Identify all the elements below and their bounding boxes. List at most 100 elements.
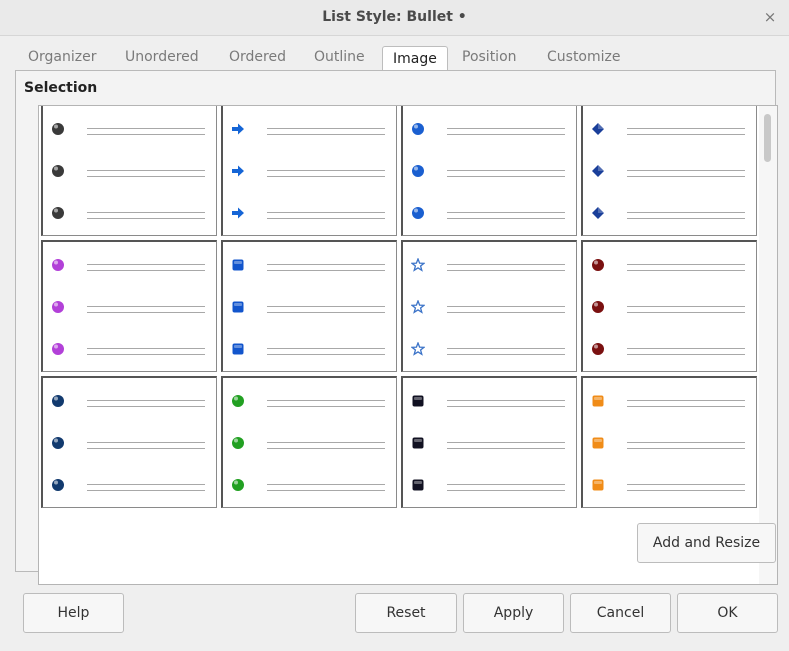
preview-text-line — [267, 264, 385, 265]
tab-outline[interactable]: Outline — [314, 44, 365, 72]
preview-text-line — [87, 176, 205, 177]
bullet-option-4[interactable] — [581, 106, 757, 236]
preview-text-line — [447, 348, 565, 349]
preview-text-line — [267, 312, 385, 313]
bullet-preview-row — [411, 298, 571, 314]
tab-image[interactable]: Image — [382, 46, 448, 73]
preview-text-line — [87, 312, 205, 313]
tab-customize[interactable]: Customize — [547, 44, 621, 72]
preview-text-line — [267, 406, 385, 407]
tab-ordered[interactable]: Ordered — [229, 44, 286, 72]
bullet-option-5[interactable] — [41, 240, 217, 372]
preview-text-line — [627, 400, 745, 401]
ok-button[interactable]: OK — [677, 593, 778, 633]
preview-text-line — [87, 134, 205, 135]
bullet-preview-row — [51, 120, 211, 136]
preview-text-line — [447, 406, 565, 407]
cancel-button[interactable]: Cancel — [570, 593, 671, 633]
tab-organizer[interactable]: Organizer — [28, 44, 96, 72]
bullet-option-2[interactable] — [221, 106, 397, 236]
blue-square-bullet-icon — [232, 301, 244, 313]
blue-ball-bullet-icon — [412, 165, 424, 177]
apply-button[interactable]: Apply — [463, 593, 564, 633]
preview-text-line — [267, 176, 385, 177]
preview-text-line — [627, 442, 745, 443]
purple-ball-bullet-icon — [52, 343, 64, 355]
dark-red-ball-bullet-icon — [592, 301, 604, 313]
bullet-preview-row — [591, 120, 751, 136]
help-button[interactable]: Help — [23, 593, 124, 633]
dark-red-ball-bullet-icon — [592, 259, 604, 271]
bullet-preview-row — [411, 434, 571, 450]
orange-square-bullet-icon — [592, 437, 604, 449]
bullet-preview-row — [411, 120, 571, 136]
blue-square-bullet-icon — [232, 259, 244, 271]
bullet-option-11[interactable] — [401, 376, 577, 508]
bullet-option-8[interactable] — [581, 240, 757, 372]
bullet-option-12[interactable] — [581, 376, 757, 508]
bullet-preview-row — [591, 476, 751, 492]
bullet-option-3[interactable] — [401, 106, 577, 236]
gray-ball-bullet-icon — [52, 165, 64, 177]
bullet-preview-row — [231, 434, 391, 450]
dark-red-ball-bullet-icon — [592, 343, 604, 355]
blue-ball-bullet-icon — [412, 123, 424, 135]
bullet-preview-row — [411, 204, 571, 220]
close-icon[interactable]: × — [761, 8, 779, 26]
bullet-preview-row — [591, 256, 751, 272]
bullet-preview-row — [411, 392, 571, 408]
tab-position[interactable]: Position — [462, 44, 517, 72]
blue-diamond-bullet-icon — [592, 207, 604, 219]
bullet-option-9[interactable] — [41, 376, 217, 508]
preview-text-line — [87, 306, 205, 307]
bullet-option-6[interactable] — [221, 240, 397, 372]
title-bar: List Style: Bullet • × — [0, 0, 789, 36]
preview-text-line — [447, 442, 565, 443]
green-ball-bullet-icon — [232, 437, 244, 449]
preview-text-line — [87, 354, 205, 355]
green-ball-bullet-icon — [232, 479, 244, 491]
preview-text-line — [447, 212, 565, 213]
preview-text-line — [447, 218, 565, 219]
bullet-preview-row — [231, 120, 391, 136]
bullet-option-7[interactable] — [401, 240, 577, 372]
preview-text-line — [627, 348, 745, 349]
preview-text-line — [87, 264, 205, 265]
blue-star-bullet-icon — [411, 300, 425, 314]
green-ball-bullet-icon — [232, 395, 244, 407]
preview-text-line — [627, 170, 745, 171]
bullet-preview-row — [231, 256, 391, 272]
preview-text-line — [87, 484, 205, 485]
preview-text-line — [447, 270, 565, 271]
preview-text-line — [627, 134, 745, 135]
bullet-preview-row — [411, 476, 571, 492]
preview-text-line — [267, 134, 385, 135]
preview-text-line — [267, 270, 385, 271]
grid-scrollbar[interactable] — [759, 106, 777, 584]
bullet-option-10[interactable] — [221, 376, 397, 508]
preview-text-line — [447, 306, 565, 307]
preview-text-line — [627, 264, 745, 265]
bullet-preview-row — [51, 434, 211, 450]
preview-text-line — [267, 484, 385, 485]
preview-text-line — [447, 354, 565, 355]
blue-arrow-bullet-icon — [232, 207, 244, 219]
tab-unordered[interactable]: Unordered — [125, 44, 199, 72]
navy-ball-bullet-icon — [52, 437, 64, 449]
add-and-resize-button[interactable]: Add and Resize — [637, 523, 776, 563]
preview-text-line — [447, 176, 565, 177]
preview-text-line — [87, 212, 205, 213]
scrollbar-thumb[interactable] — [764, 114, 771, 162]
reset-button[interactable]: Reset — [355, 593, 457, 633]
bullet-preview-row — [591, 434, 751, 450]
selection-label: Selection — [24, 80, 98, 96]
blue-diamond-bullet-icon — [592, 123, 604, 135]
preview-text-line — [627, 176, 745, 177]
preview-text-line — [87, 400, 205, 401]
bullet-preview-row — [231, 162, 391, 178]
bullet-preview-row — [51, 476, 211, 492]
image-tab-panel: Selection Add and Resize — [15, 70, 778, 585]
bullet-preview-row — [591, 392, 751, 408]
bullet-preview-row — [51, 392, 211, 408]
bullet-option-1[interactable] — [41, 106, 217, 236]
